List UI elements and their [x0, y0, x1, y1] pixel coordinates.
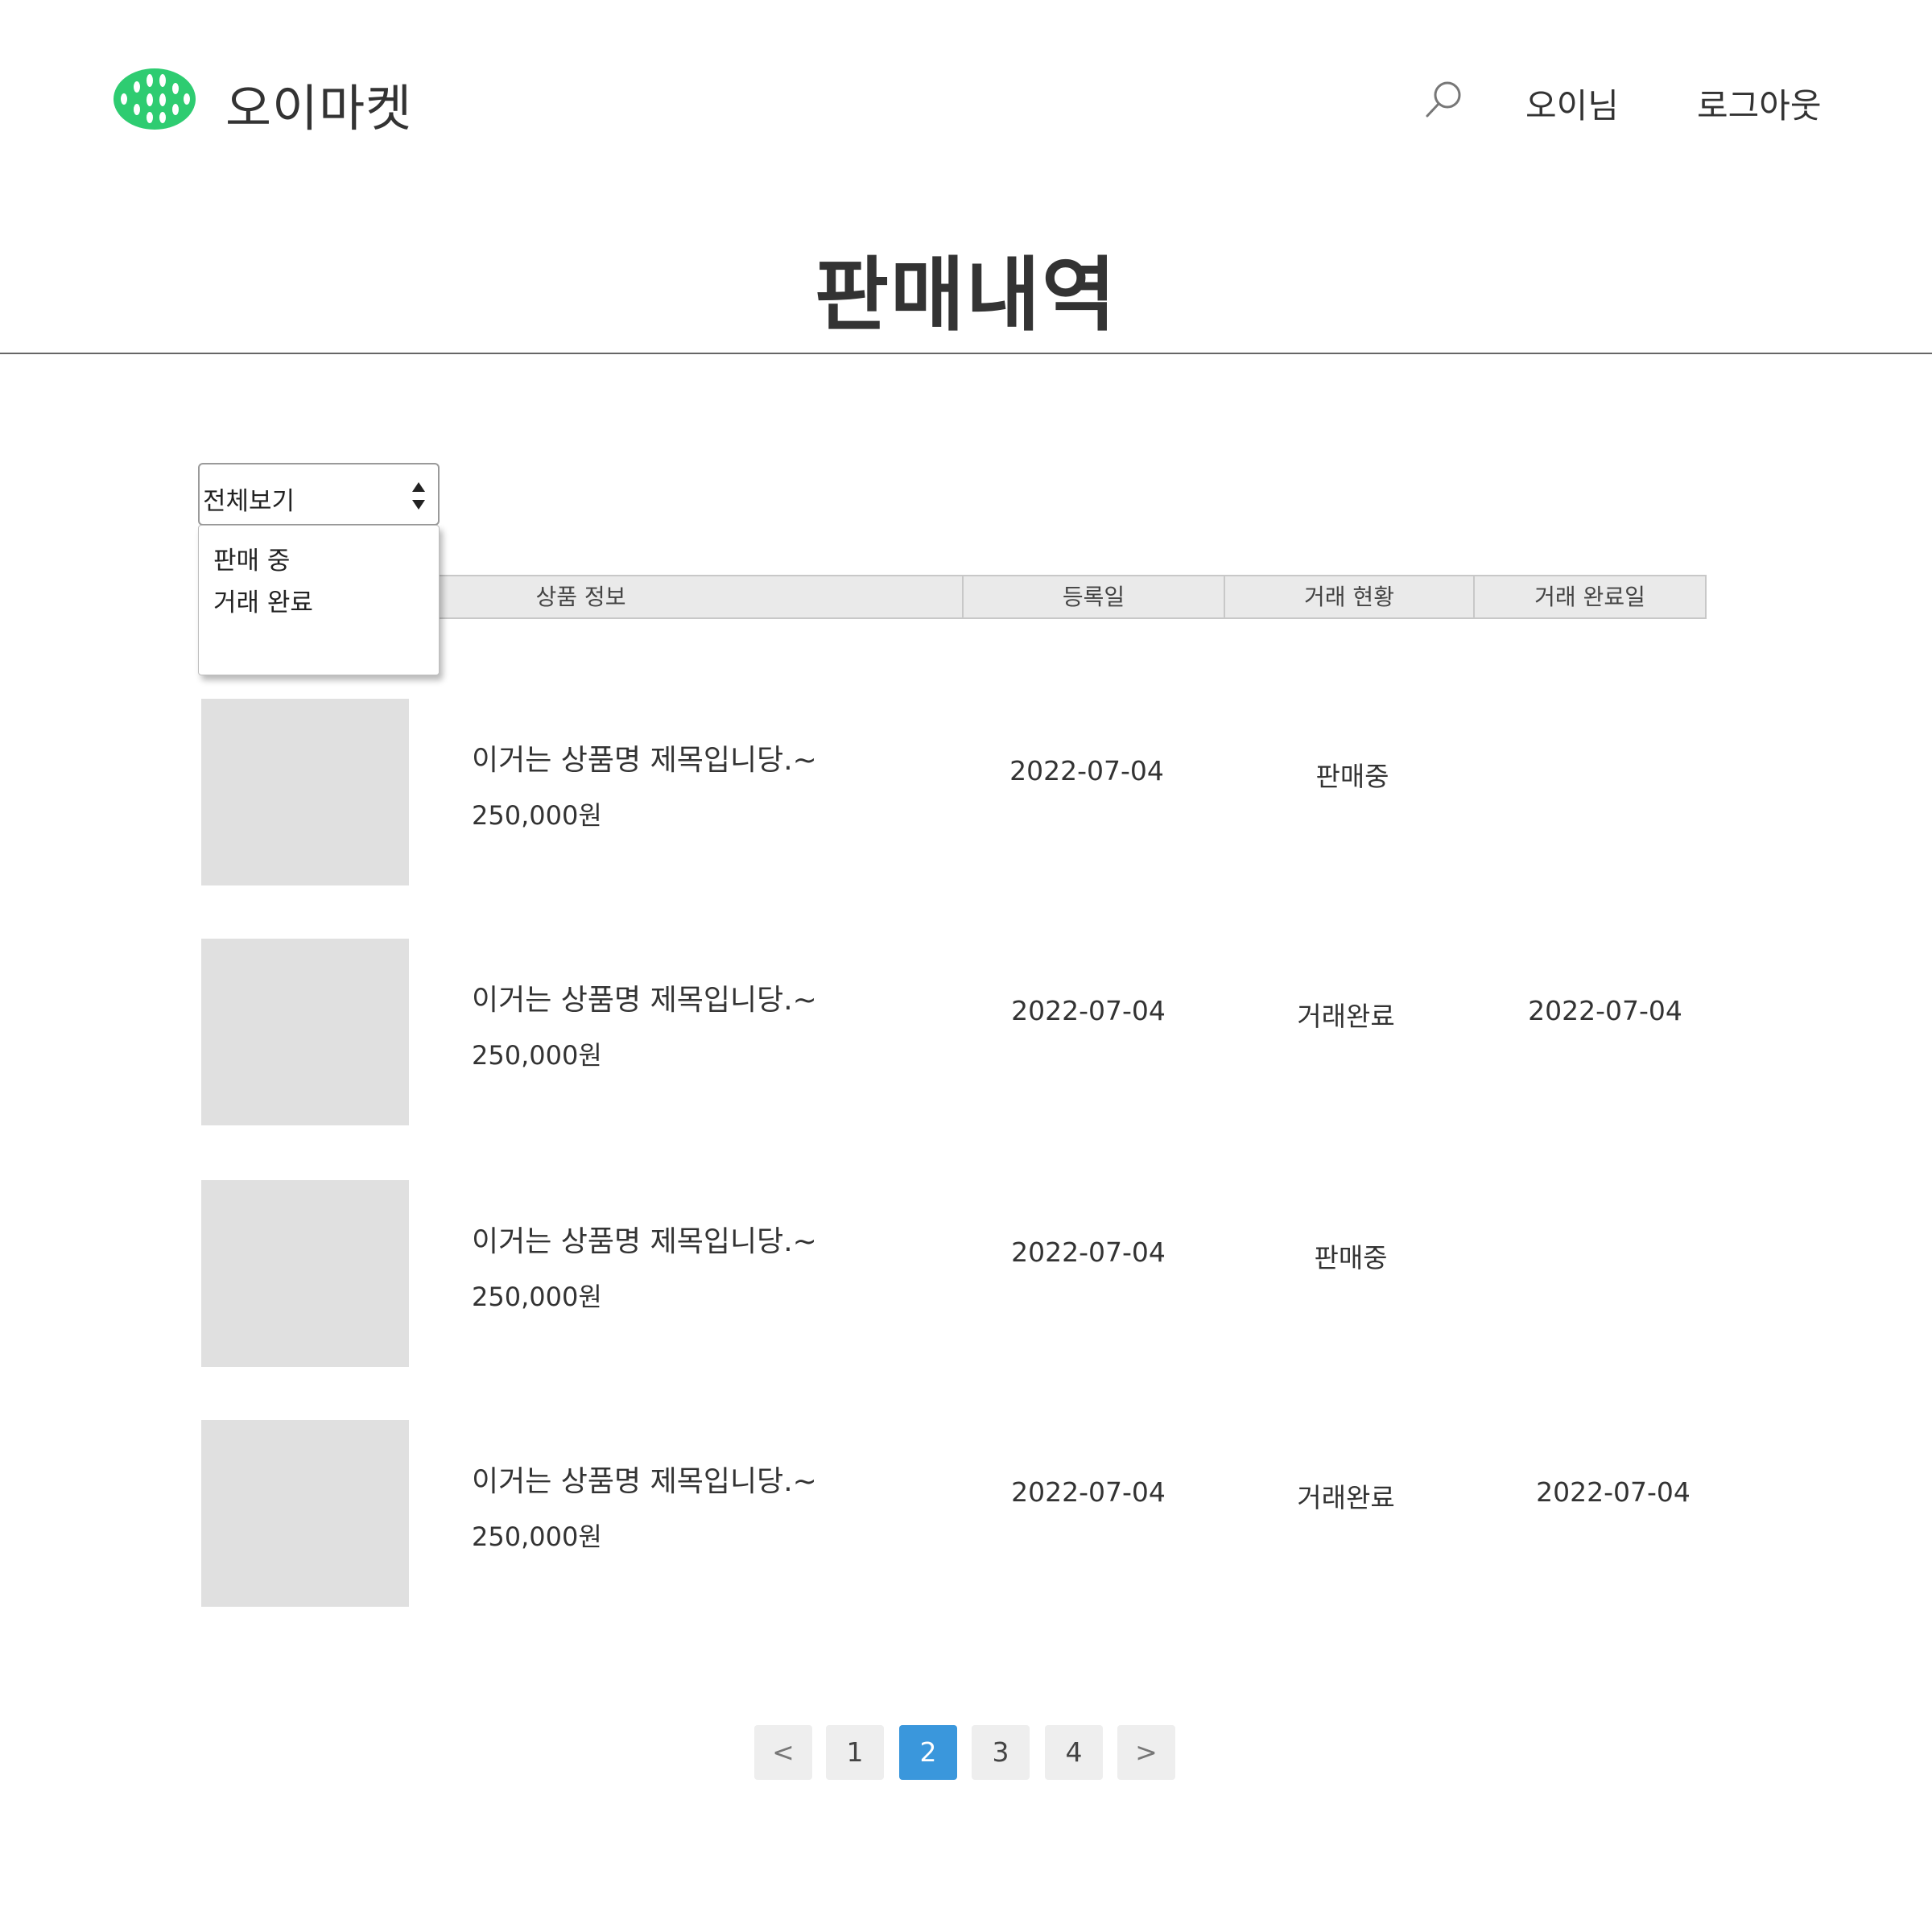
cucumber-logo-icon[interactable] [113, 68, 196, 130]
page-title: 판매내역 [815, 248, 1117, 342]
column-header-registered: 등록일 [962, 576, 1224, 617]
completed-date: 2022-07-04 [1536, 1476, 1690, 1508]
logout-link[interactable]: 로그아웃 [1697, 79, 1822, 128]
table-row[interactable]: 이거는 상품명 제목입니당.~ 250,000원 2022-07-04 거래완료… [198, 1420, 1707, 1607]
product-name[interactable]: 이거는 상품명 제목입니당.~ [472, 1218, 817, 1260]
product-price: 250,000원 [472, 1521, 602, 1552]
title-divider [0, 353, 1932, 354]
trade-status: 판매중 [1315, 761, 1389, 792]
site-header: 오이마켓 오이님 로그아웃 [0, 0, 1932, 161]
filter-option-selling[interactable]: 판매 중 [213, 540, 290, 576]
table-row[interactable]: 이거는 상품명 제목입니당.~ 250,000원 2022-07-04 판매중 [198, 699, 1707, 886]
product-name[interactable]: 이거는 상품명 제목입니당.~ [472, 737, 817, 778]
product-thumbnail[interactable] [201, 1420, 409, 1607]
select-arrows-icon [411, 481, 427, 511]
status-filter-value: 전체보기 [203, 487, 295, 516]
product-thumbnail[interactable] [201, 939, 409, 1125]
table-row[interactable]: 이거는 상품명 제목입니당.~ 250,000원 2022-07-04 거래완료… [198, 939, 1707, 1125]
status-filter-dropdown: 판매 중 거래 완료 [198, 525, 440, 675]
trade-status: 거래완료 [1297, 1001, 1395, 1032]
completed-date: 2022-07-04 [1528, 995, 1682, 1026]
pagination-next-button[interactable]: > [1117, 1725, 1175, 1780]
table-row[interactable]: 이거는 상품명 제목입니당.~ 250,000원 2022-07-04 판매중 [198, 1180, 1707, 1367]
trade-status: 거래완료 [1297, 1482, 1395, 1513]
product-price: 250,000원 [472, 1040, 602, 1071]
pagination-page-3[interactable]: 3 [972, 1725, 1030, 1780]
status-filter-select[interactable]: 전체보기 [198, 463, 440, 526]
pagination-page-4[interactable]: 4 [1045, 1725, 1103, 1780]
registered-date: 2022-07-04 [1009, 755, 1164, 786]
pagination-prev-button[interactable]: < [754, 1725, 812, 1780]
brand-name[interactable]: 오이마켓 [225, 68, 412, 140]
column-header-status: 거래 현황 [1224, 576, 1473, 617]
registered-date: 2022-07-04 [1011, 995, 1166, 1026]
product-thumbnail[interactable] [201, 1180, 409, 1367]
product-name[interactable]: 이거는 상품명 제목입니당.~ [472, 976, 817, 1018]
registered-date: 2022-07-04 [1011, 1236, 1166, 1268]
user-name-link[interactable]: 오이님 [1525, 79, 1619, 128]
product-price: 250,000원 [472, 800, 602, 831]
sales-history-page: 오이마켓 오이님 로그아웃 판매내역 상품 정보 등록일 거래 현황 거래 완료… [0, 0, 1932, 1932]
trade-status: 판매중 [1314, 1242, 1388, 1274]
pagination-page-1[interactable]: 1 [826, 1725, 884, 1780]
pagination-page-2-current[interactable]: 2 [899, 1725, 957, 1780]
filter-option-completed[interactable]: 거래 완료 [213, 582, 313, 618]
search-icon[interactable] [1425, 79, 1463, 119]
product-thumbnail[interactable] [201, 699, 409, 886]
registered-date: 2022-07-04 [1011, 1476, 1166, 1508]
product-price: 250,000원 [472, 1282, 602, 1312]
column-header-completed: 거래 완료일 [1473, 576, 1705, 617]
product-name[interactable]: 이거는 상품명 제목입니당.~ [472, 1458, 817, 1500]
